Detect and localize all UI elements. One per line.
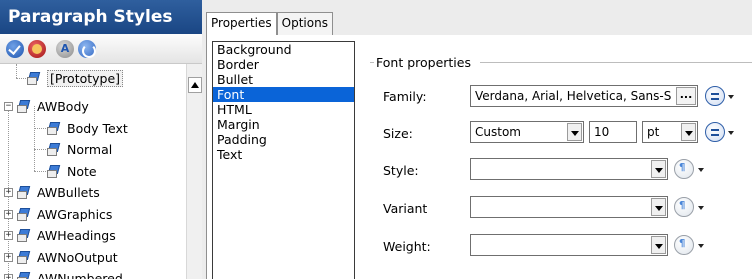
tree-item-awbullets[interactable]: AWBullets: [16, 182, 100, 203]
category-font[interactable]: Font: [213, 87, 354, 102]
chevron-down-icon[interactable]: [567, 123, 582, 141]
inherit-icon[interactable]: [705, 122, 725, 142]
expand-icon[interactable]: +: [4, 253, 13, 262]
tab-bar: Properties Options: [206, 12, 333, 36]
style-icon: [46, 121, 63, 136]
tree-connector: [34, 128, 46, 129]
weight-label: Weight:: [383, 239, 431, 254]
style-icon: [46, 142, 63, 157]
font-browse-button[interactable]: ...: [676, 87, 696, 105]
expand-icon[interactable]: +: [4, 188, 13, 197]
group-title: Font properties: [375, 55, 472, 70]
tree-connector: [16, 64, 17, 78]
variant-select[interactable]: [470, 196, 668, 218]
style-icon: [16, 99, 33, 114]
scroll-up-icon[interactable]: [188, 77, 202, 93]
tab-options[interactable]: Options: [276, 12, 333, 35]
family-field[interactable]: Verdana, Arial, Helvetica, Sans-S: [470, 85, 698, 107]
style-icon: [26, 71, 43, 86]
style-icon: [16, 250, 33, 265]
tree-item-label: AWNoOutput: [37, 250, 118, 265]
chevron-down-icon[interactable]: [698, 244, 704, 248]
tree-item-prototype[interactable]: [Prototype]: [26, 68, 124, 89]
paragraph-icon[interactable]: ¶: [674, 197, 694, 217]
expand-icon[interactable]: +: [4, 274, 13, 279]
style-label: Style:: [383, 163, 419, 178]
tree-item-awgraphics[interactable]: AWGraphics: [16, 204, 112, 225]
size-number-input[interactable]: 10: [589, 121, 637, 143]
size-label: Size:: [383, 126, 413, 141]
category-margin[interactable]: Margin: [213, 117, 354, 132]
tree-item-label: AWGraphics: [37, 207, 113, 222]
tree-item-normal[interactable]: Normal: [46, 139, 112, 160]
tree-scrollbar[interactable]: [186, 64, 202, 279]
tree-item-label: [Prototype]: [47, 70, 124, 87]
paragraph-styles-editor: Paragraph Styles A [Prototype] − AWBody …: [0, 0, 752, 279]
style-icon: [46, 164, 63, 179]
group-border: [480, 62, 752, 63]
group-border: [370, 62, 374, 63]
style-select[interactable]: [470, 158, 668, 180]
tree-item-label: Normal: [67, 142, 113, 157]
variant-label: Variant: [383, 201, 428, 216]
tree-item-awnumbered[interactable]: AWNumbered: [16, 268, 123, 279]
check-icon[interactable]: [6, 39, 24, 58]
chevron-down-icon[interactable]: [651, 198, 666, 216]
style-icon: [16, 207, 33, 222]
refresh-icon[interactable]: [78, 39, 96, 58]
chevron-down-icon[interactable]: [698, 168, 704, 172]
style-icon: [16, 185, 33, 200]
styles-toolbar: A: [0, 34, 202, 64]
chevron-down-icon[interactable]: [698, 206, 704, 210]
tree-item-label: Note: [67, 164, 97, 179]
expand-icon[interactable]: +: [4, 210, 13, 219]
weight-select[interactable]: [470, 234, 668, 256]
category-list[interactable]: Background Border Bullet Font HTML Margi…: [212, 41, 355, 279]
tree-item-awbody[interactable]: AWBody: [16, 96, 89, 117]
tree-item-awheadings[interactable]: AWHeadings: [16, 225, 116, 246]
rename-icon[interactable]: A: [56, 39, 74, 58]
tree-item-label: AWBullets: [37, 185, 100, 200]
tree-connector: [16, 78, 26, 79]
panel-title: Paragraph Styles: [0, 0, 202, 34]
expand-icon[interactable]: +: [4, 231, 13, 240]
chevron-down-icon[interactable]: [728, 95, 734, 99]
tree-item-awnooutput[interactable]: AWNoOutput: [16, 247, 118, 268]
tree-item-note[interactable]: Note: [46, 161, 97, 182]
tab-properties[interactable]: Properties: [206, 12, 277, 36]
tree-item-body-text[interactable]: Body Text: [46, 118, 128, 139]
paragraph-icon[interactable]: ¶: [674, 235, 694, 255]
style-icon: [16, 228, 33, 243]
family-label: Family:: [383, 89, 427, 104]
category-html[interactable]: HTML: [213, 102, 354, 117]
tree-item-label: Body Text: [67, 121, 128, 136]
tree-connector: [34, 171, 46, 172]
tree-item-label: AWNumbered: [37, 271, 123, 279]
tree-connector: [34, 149, 46, 150]
chevron-down-icon[interactable]: [651, 236, 666, 254]
paragraph-icon[interactable]: ¶: [674, 159, 694, 179]
chevron-down-icon[interactable]: [728, 131, 734, 135]
inherit-icon[interactable]: [705, 86, 725, 106]
chevron-down-icon[interactable]: [681, 123, 696, 141]
category-padding[interactable]: Padding: [213, 132, 354, 147]
style-tree: [Prototype] − AWBody Body Text Normal No…: [0, 64, 186, 279]
category-background[interactable]: Background: [213, 42, 354, 57]
tree-item-label: AWHeadings: [37, 228, 116, 243]
category-text[interactable]: Text: [213, 147, 354, 162]
style-icon: [16, 271, 33, 279]
category-border[interactable]: Border: [213, 57, 354, 72]
collapse-icon[interactable]: −: [4, 102, 13, 111]
tree-item-label: AWBody: [37, 99, 89, 114]
chevron-down-icon[interactable]: [651, 160, 666, 178]
category-bullet[interactable]: Bullet: [213, 72, 354, 87]
remove-icon[interactable]: [28, 39, 46, 58]
